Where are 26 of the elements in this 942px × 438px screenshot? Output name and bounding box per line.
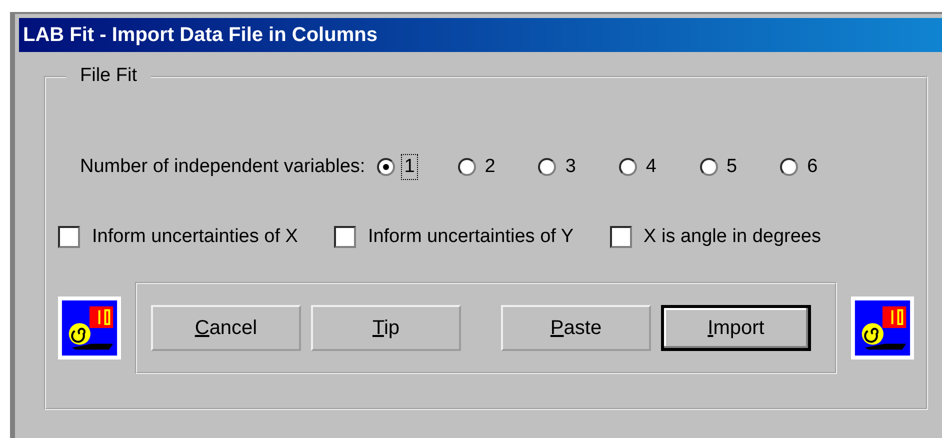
radio-label[interactable]: 2 [482,154,498,180]
dialog-button[interactable]: Tip [311,305,461,351]
checkbox-label[interactable]: Inform uncertainties of Y [368,226,574,248]
radio-button[interactable] [618,158,637,176]
radio-label[interactable]: 5 [724,154,740,180]
radio-button[interactable] [458,158,476,176]
radio-button[interactable] [377,158,396,176]
radio-label[interactable]: 3 [562,154,579,180]
checkbox-label[interactable]: Inform uncertainties of X [92,226,298,248]
radio-button[interactable] [538,158,556,176]
dialog-button[interactable]: Cancel [151,305,301,351]
radio-label[interactable]: 6 [804,154,821,180]
checkbox[interactable] [334,226,356,248]
window-title: LAB Fit - Import Data File in Columns [23,24,378,46]
radio-label[interactable]: 1 [401,154,418,180]
logo-icon [58,296,121,360]
checkbox-label[interactable]: X is angle in degrees [644,226,821,248]
logo-icon [851,296,914,360]
radio-button[interactable] [780,158,798,176]
dialog-button[interactable]: Import [661,305,811,351]
radio-label[interactable]: 4 [642,154,660,180]
radio-button[interactable] [700,158,718,176]
checkbox[interactable] [610,226,632,248]
dialog-button[interactable]: Paste [501,305,651,351]
checkbox[interactable] [58,226,80,248]
variables-label: Number of independent variables: [80,156,366,178]
